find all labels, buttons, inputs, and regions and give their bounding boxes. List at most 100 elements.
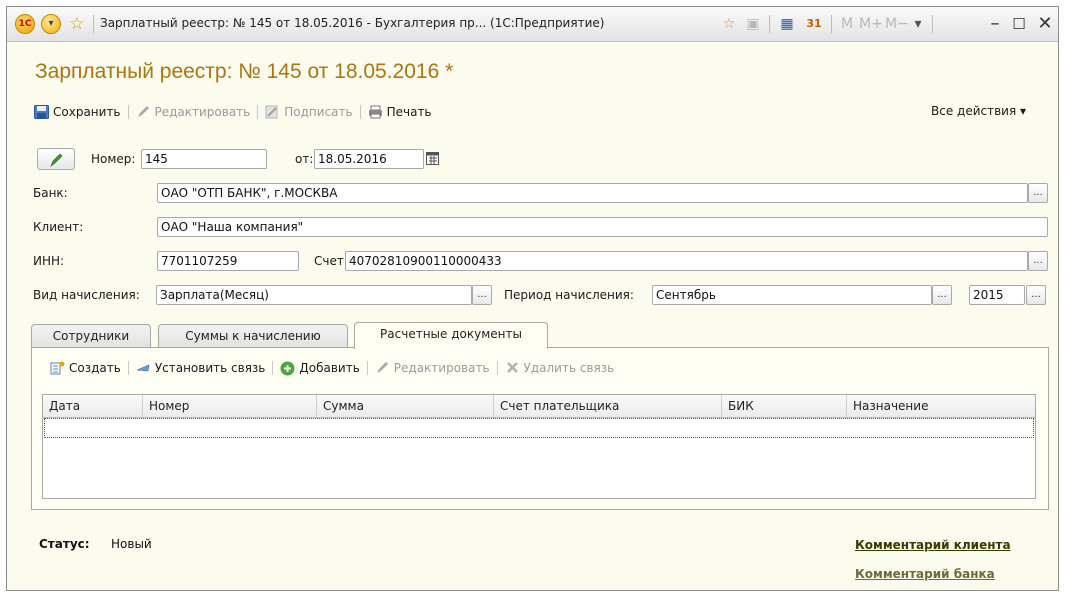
table-header: Дата Номер Сумма Счет плательщика БИК На… (43, 395, 1035, 418)
column-amount[interactable]: Сумма (317, 395, 494, 417)
account-field[interactable]: 40702810900110000433 (345, 251, 1028, 271)
column-payer-account[interactable]: Счет плательщика (494, 395, 722, 417)
save-icon (34, 105, 49, 119)
add-button[interactable]: Добавить (280, 361, 360, 376)
column-purpose[interactable]: Назначение (847, 395, 1035, 417)
tab-panel-payment-documents: Создать Установить связь Добавить Редакт… (31, 347, 1049, 510)
calendar-picker-icon[interactable] (425, 151, 441, 167)
client-field[interactable]: ОАО "Наша компания" (157, 217, 1048, 237)
column-number[interactable]: Номер (143, 395, 317, 417)
sign-icon (265, 105, 280, 119)
toolbar-separator (127, 105, 129, 119)
bank-select-button[interactable]: ... (1028, 183, 1048, 203)
more-chevron-icon[interactable]: ▾ (911, 14, 925, 34)
sign-button[interactable]: Подписать (265, 105, 353, 119)
remove-link-label: Удалить связь (523, 361, 615, 375)
client-comment-link[interactable]: Комментарий клиента (855, 538, 1011, 552)
main-window: 1С ▾ ☆ Зарплатный реестр: № 145 от 18.05… (6, 6, 1059, 591)
bank-comment-link[interactable]: Комментарий банка (855, 567, 995, 581)
window-title: Зарплатный реестр: № 145 от 18.05.2016 -… (100, 16, 605, 30)
maximize-button[interactable]: ☐ (1007, 12, 1031, 36)
period-year-field[interactable]: 2015 (969, 285, 1025, 305)
set-link-button[interactable]: Установить связь (136, 361, 266, 375)
title-bar: 1С ▾ ☆ Зарплатный реестр: № 145 от 18.05… (7, 7, 1058, 42)
accrual-type-select-button[interactable]: ... (472, 285, 492, 305)
calendar-icon[interactable]: 31 (803, 14, 825, 34)
printer-icon (368, 105, 383, 119)
date-field[interactable]: 18.05.2016 (314, 149, 424, 169)
command-bar: Сохранить Редактировать Подписать Печать (34, 102, 432, 122)
link-envelope-icon (136, 361, 151, 375)
accrual-type-label: Вид начисления: (33, 288, 140, 302)
set-link-label: Установить связь (154, 361, 266, 375)
payment-documents-table[interactable]: Дата Номер Сумма Счет плательщика БИК На… (42, 394, 1036, 499)
edit-button[interactable]: Редактировать (136, 105, 251, 119)
add-plus-icon (280, 361, 295, 376)
close-button[interactable]: ✕ (1033, 12, 1057, 36)
period-year-select-button[interactable]: ... (1026, 285, 1046, 305)
save-label: Сохранить (53, 105, 121, 119)
tab-payment-documents[interactable]: Расчетные документы (354, 322, 548, 349)
column-bik[interactable]: БИК (722, 395, 847, 417)
edit-doc-label: Редактировать (393, 361, 490, 375)
print-label: Печать (386, 105, 432, 119)
toolbar-separator (366, 361, 368, 375)
number-label: Номер: (91, 152, 136, 166)
print-button[interactable]: Печать (368, 105, 432, 119)
tab-employees[interactable]: Сотрудники (31, 324, 151, 348)
number-field[interactable]: 145 (141, 149, 267, 169)
edit-doc-button[interactable]: Редактировать (375, 361, 490, 375)
calculator-icon[interactable]: ▦ (777, 14, 797, 34)
title-separator (932, 15, 933, 33)
bank-field[interactable]: ОАО "ОТП БАНК", г.МОСКВА (157, 183, 1028, 203)
memory-m-button[interactable]: M (839, 14, 855, 34)
edit-label: Редактировать (154, 105, 251, 119)
client-label: Клиент: (33, 220, 84, 234)
inn-label: ИНН: (33, 254, 65, 268)
create-label: Создать (69, 361, 121, 375)
payment-docs-toolbar: Создать Установить связь Добавить Редакт… (50, 361, 615, 376)
date-label: от: (295, 152, 314, 166)
title-separator (93, 15, 94, 33)
period-month-select-button[interactable]: ... (932, 285, 952, 305)
history-icon[interactable]: ▣ (743, 14, 763, 34)
account-label: Счет: (314, 254, 348, 268)
tab-accrual-amounts[interactable]: Суммы к начислению (158, 324, 348, 348)
create-button[interactable]: Создать (50, 361, 121, 375)
title-separator (831, 15, 832, 33)
remove-link-button[interactable]: Удалить связь (505, 361, 615, 375)
memory-subtract-button[interactable]: M− (885, 14, 909, 34)
pencil-icon (50, 153, 63, 167)
pencil-icon (136, 105, 151, 119)
all-actions-menu[interactable]: Все действия ▾ (931, 104, 1026, 118)
bank-label: Банк: (33, 186, 68, 200)
1c-logo-icon[interactable]: 1С (15, 14, 35, 34)
favorites-star-icon[interactable]: ☆ (67, 14, 87, 34)
create-document-icon (50, 361, 65, 375)
sign-label: Подписать (284, 105, 353, 119)
document-title: Зарплатный реестр: № 145 от 18.05.2016 * (35, 60, 454, 83)
memory-add-button[interactable]: M+ (859, 14, 883, 34)
main-menu-icon[interactable]: ▾ (41, 14, 61, 34)
accrual-type-field[interactable]: Зарплата(Месяц) (156, 285, 472, 305)
pencil-icon (375, 361, 390, 375)
toolbar-separator (272, 361, 274, 375)
column-date[interactable]: Дата (43, 395, 143, 417)
table-row[interactable] (44, 418, 1034, 438)
toolbar-separator (359, 105, 361, 119)
period-month-field[interactable]: Сентябрь (652, 285, 932, 305)
add-to-favorites-icon[interactable]: ☆ (719, 14, 739, 34)
account-select-button[interactable]: ... (1028, 251, 1048, 271)
save-button[interactable]: Сохранить (34, 105, 121, 119)
add-label: Добавить (299, 361, 360, 375)
edit-number-button[interactable] (37, 148, 75, 170)
toolbar-separator (257, 105, 259, 119)
inn-field[interactable]: 7701107259 (157, 251, 299, 271)
delete-x-icon (505, 361, 520, 375)
status-label: Статус: (39, 537, 90, 551)
minimize-button[interactable]: – (983, 12, 1007, 36)
toolbar-separator (127, 361, 129, 375)
period-label: Период начисления: (504, 288, 634, 302)
title-separator (769, 15, 770, 33)
toolbar-separator (496, 361, 498, 375)
